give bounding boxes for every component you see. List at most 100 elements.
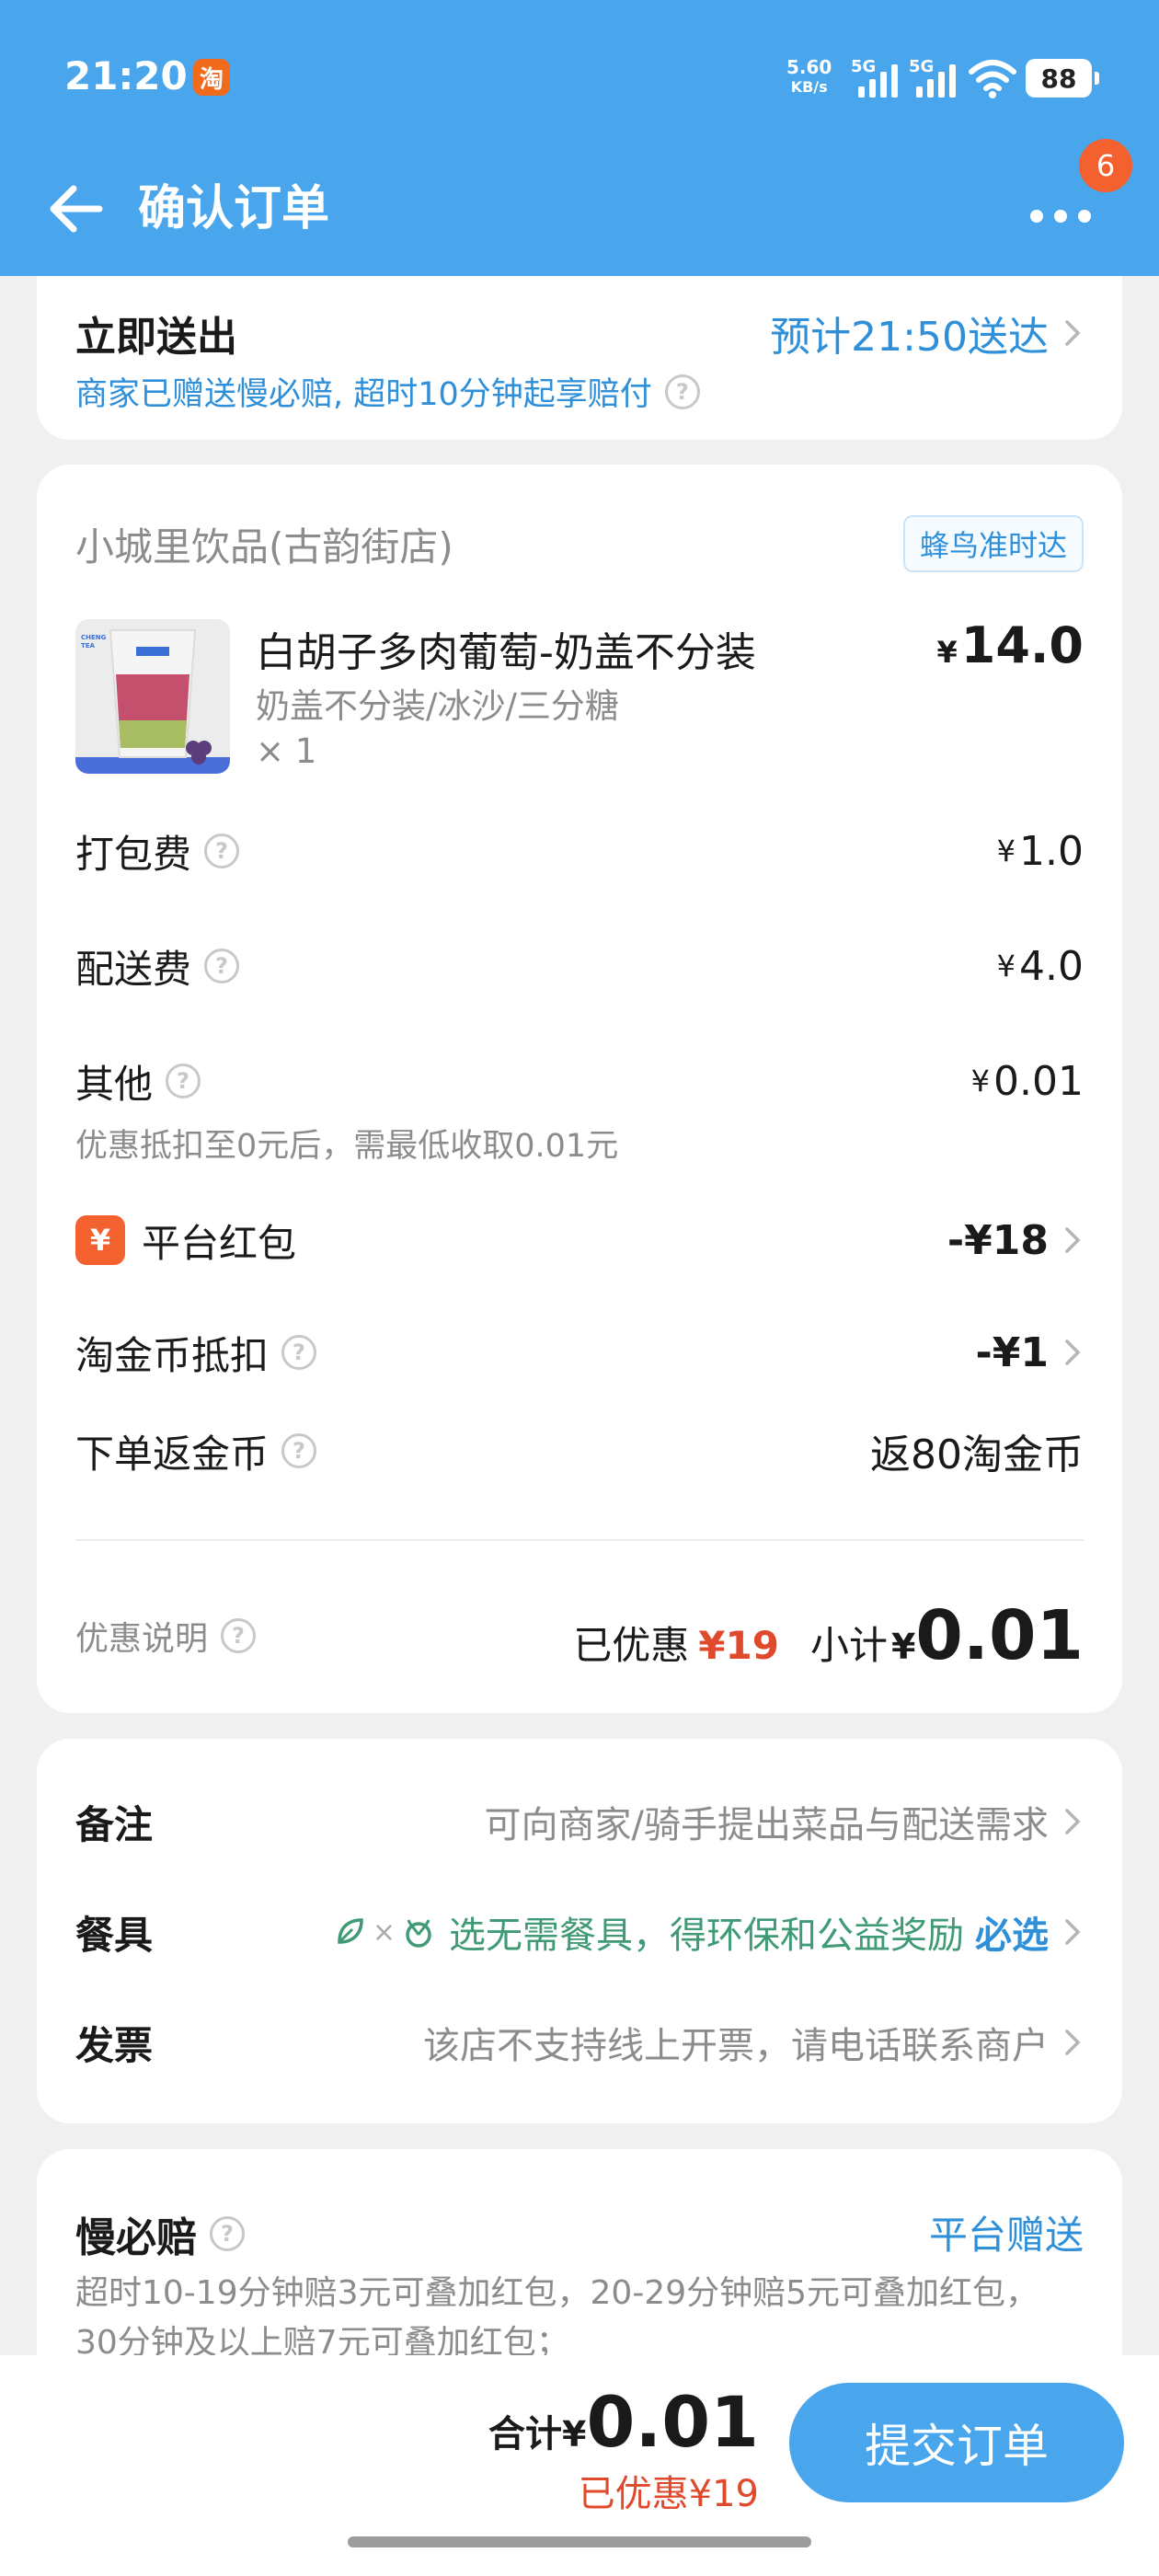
guarantee-title: 慢必赔 ? (75, 2204, 245, 2263)
order-summary: 优惠说明 ? 已优惠 ¥19 小计 ¥ 0.01 (75, 1596, 1084, 1675)
help-icon[interactable]: ? (281, 1335, 317, 1370)
product-price-value: 14.0 (960, 616, 1084, 674)
top-header: 21:20 淘 5.60 KB/s 5G 5G 88 确认订单 6 (0, 0, 1159, 276)
guarantee-description: 超时10-19分钟赔3元可叠加红包，20-29分钟赔5元可叠加红包，30分钟及以… (75, 2274, 1039, 2362)
shop-name[interactable]: 小城里饮品(古韵街店) (75, 516, 453, 572)
red-packet-icon: ¥ (75, 1215, 125, 1265)
taobao-app-icon: 淘 (193, 59, 230, 96)
total-label: 合计 (488, 2413, 563, 2455)
fee-row-delivery: 配送费 ? ¥4.0 (75, 938, 1084, 994)
delivery-service-tag: 蜂鸟准时达 (902, 515, 1084, 572)
guarantee-tag: 平台赠送 (928, 2213, 1084, 2258)
help-icon[interactable]: ? (221, 1618, 257, 1653)
fee-value: 1.0 (1019, 827, 1084, 875)
invoice-text: 该店不支持线上开票，请电话联系商户 (423, 2025, 1049, 2067)
network-speed-unit: KB/s (790, 78, 828, 96)
fee-row-packing: 打包费 ? ¥1.0 (75, 823, 1084, 879)
remarks-card: 备注 可向商家/骑手提出菜品与配送需求 餐具 × 选无需餐具，得环保和公益奖励 … (37, 1739, 1122, 2123)
divider (75, 1539, 1084, 1541)
help-icon[interactable]: ? (664, 374, 700, 409)
currency-symbol: ¥ (970, 1064, 991, 1098)
chevron-right-icon (1065, 1809, 1081, 1834)
order-card: 小城里饮品(古韵街店) 蜂鸟准时达 CHENG TEA 白胡子多肉葡萄-奶盖不分… (37, 465, 1122, 1713)
leaf-icon (338, 1918, 363, 1944)
chevron-right-icon (1065, 1227, 1081, 1253)
sim1-label: 5G (851, 57, 877, 76)
total-amount: 合计 ¥ 0.01 (488, 2381, 759, 2463)
sprout-icon (406, 1919, 431, 1948)
currency-symbol: ¥ (890, 1627, 916, 1667)
coin-deduct-row[interactable]: 淘金币抵扣 ? -¥1 (75, 1325, 1084, 1380)
fee-value: 4.0 (1019, 942, 1084, 990)
note-label: 备注 (75, 1801, 154, 1847)
back-arrow-icon[interactable] (46, 177, 110, 241)
other-fee-note: 优惠抵扣至0元后，需最低收取0.01元 (75, 1128, 619, 1165)
network-speed-value: 5.60 (786, 56, 832, 78)
help-icon[interactable]: ? (281, 1433, 317, 1468)
product-price: ¥ 14.0 (937, 616, 1084, 674)
signal-icon-2: 5G (909, 57, 960, 98)
fee-label: 打包费 (75, 831, 192, 877)
wifi-icon (969, 60, 1016, 98)
navigation-bar: 确认订单 (0, 156, 1159, 276)
subtotal-value: 0.01 (915, 1596, 1084, 1675)
fee-value: 0.01 (993, 1057, 1084, 1105)
chevron-right-icon (1065, 320, 1081, 346)
help-icon[interactable]: ? (204, 834, 240, 868)
saved-value: ¥19 (698, 1623, 779, 1668)
guarantee-title-text: 慢必赔 (75, 2214, 197, 2261)
coin-return-label: 下单返金币 (75, 1431, 270, 1477)
help-icon[interactable]: ? (210, 2216, 245, 2251)
eco-icons: × (332, 1915, 436, 1949)
currency-symbol: ¥ (996, 834, 1016, 868)
help-icon[interactable]: ? (204, 949, 240, 983)
home-indicator[interactable] (348, 2536, 811, 2547)
discount-info-label: 优惠说明 (75, 1620, 209, 1658)
submit-order-button[interactable]: 提交订单 (789, 2383, 1124, 2502)
coin-deduct-value: -¥1 (975, 1328, 1050, 1376)
fee-row-other: 其他 ? ¥0.01 (75, 1053, 1084, 1109)
subtotal-label: 小计 (809, 1623, 888, 1668)
platform-red-packet-row[interactable]: ¥ 平台红包 -¥18 (75, 1210, 1084, 1271)
tableware-text: 选无需餐具，得环保和公益奖励 (449, 1915, 964, 1957)
chevron-right-icon (1065, 1919, 1081, 1945)
sim2-label: 5G (909, 57, 935, 76)
note-row[interactable]: 备注 可向商家/骑手提出菜品与配送需求 (75, 1785, 1084, 1858)
delivery-note-text: 商家已赠送慢必赔, 超时10分钟起享赔付 (75, 376, 652, 413)
total-saved: 已优惠¥19 (578, 2473, 759, 2515)
notification-badge: 6 (1076, 136, 1135, 195)
help-icon[interactable]: ? (166, 1064, 201, 1098)
network-speed: 5.60 KB/s (786, 57, 832, 98)
product-name: 白胡子多肉葡萄-奶盖不分装 (256, 629, 756, 676)
discount-info[interactable]: 优惠说明 ? (75, 1612, 257, 1660)
coin-return-row: 下单返金币 ? 返80淘金币 (75, 1423, 1084, 1479)
status-time: 21:20 (64, 53, 188, 98)
total-value: 0.01 (586, 2381, 759, 2463)
invoice-label: 发票 (75, 2022, 154, 2068)
tableware-label: 餐具 (75, 1912, 154, 1958)
coin-deduct-label: 淘金币抵扣 (75, 1332, 270, 1378)
chevron-right-icon (1065, 1340, 1081, 1365)
product-spec: 奶盖不分装/冰沙/三分糖 (256, 686, 619, 726)
product-image: CHENG TEA (75, 619, 230, 774)
fee-label: 其他 (75, 1061, 154, 1107)
delivery-title: 立即送出 (75, 314, 237, 361)
currency-symbol: ¥ (936, 635, 958, 670)
delivery-eta[interactable]: 预计21:50送达 (770, 304, 1084, 362)
red-packet-value: -¥18 (947, 1216, 1049, 1264)
red-packet-label: 平台红包 (142, 1220, 297, 1266)
times-icon: × (372, 1915, 396, 1949)
currency-symbol: ¥ (996, 949, 1016, 983)
delivery-guarantee-note: 商家已赠送慢必赔, 超时10分钟起享赔付 ? (75, 368, 700, 415)
coin-return-value: 返80淘金币 (870, 1432, 1084, 1478)
fee-label: 配送费 (75, 946, 192, 992)
tableware-row[interactable]: 餐具 × 选无需餐具，得环保和公益奖励 必选 (75, 1895, 1084, 1969)
product-quantity: × 1 (256, 731, 317, 771)
more-options-button[interactable] (1030, 193, 1113, 239)
tableware-required: 必选 (975, 1915, 1049, 1957)
battery-indicator: 88 (1026, 59, 1099, 98)
invoice-row[interactable]: 发票 该店不支持线上开票，请电话联系商户 (75, 2006, 1084, 2079)
page-title: 确认订单 (138, 181, 330, 236)
note-placeholder: 可向商家/骑手提出菜品与配送需求 (484, 1804, 1049, 1846)
delivery-card[interactable]: 立即送出 预计21:50送达 商家已赠送慢必赔, 超时10分钟起享赔付 ? (37, 276, 1122, 440)
